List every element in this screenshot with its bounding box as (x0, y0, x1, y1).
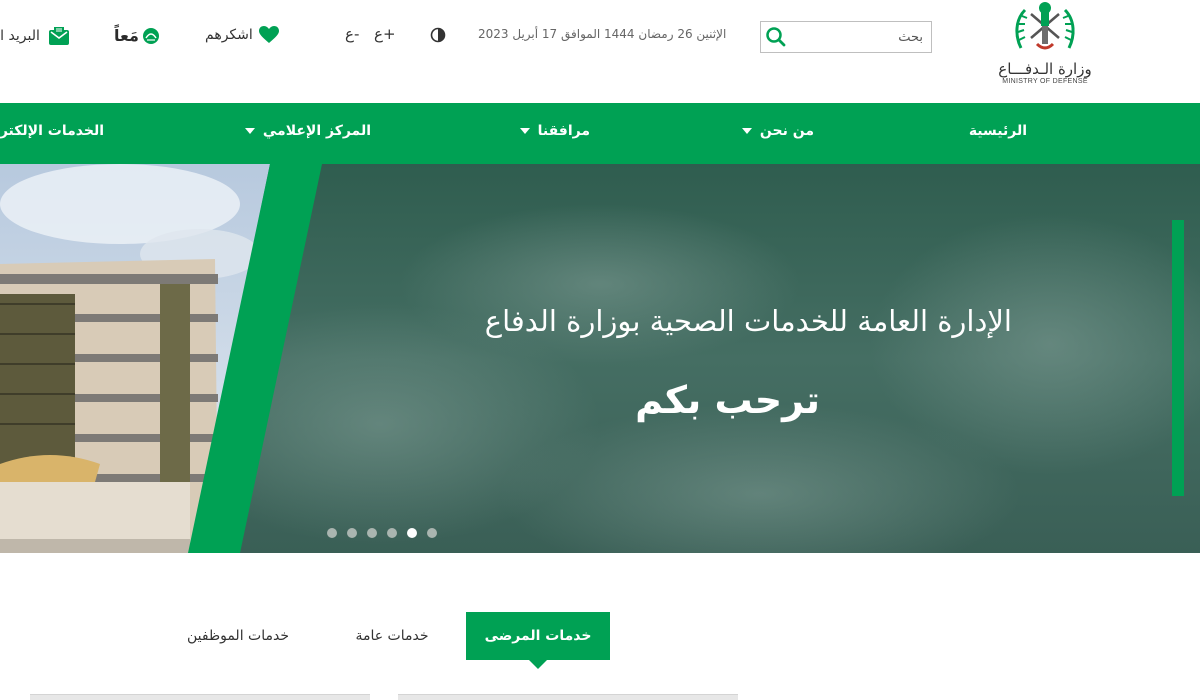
search-button[interactable] (765, 26, 787, 48)
together-icon (142, 27, 159, 44)
chevron-down-icon (741, 128, 752, 134)
nav-item-about[interactable]: من نحن (741, 123, 814, 139)
nav-item-e-services[interactable]: الخدمات الإلكترونية (0, 123, 104, 139)
services-tabs: خدمات المرضى خدمات عامة خدمات الموظفين (0, 553, 1200, 700)
slider-dot[interactable] (367, 528, 377, 538)
font-increase-button[interactable]: ع+ (374, 25, 396, 43)
service-card[interactable] (398, 694, 738, 700)
hero-side-accent (1172, 220, 1184, 496)
thank-them-label: اشكرهم (205, 27, 253, 43)
page: وزارة الـدفـــاع MINISTRY OF DEFENSE الإ… (0, 0, 1200, 700)
nav-item-home[interactable]: الرئيسية (969, 123, 1027, 139)
hero-background (0, 164, 1200, 553)
together-logo[interactable]: مَعاً (114, 26, 160, 45)
email-link[interactable]: البريد ال (0, 26, 70, 46)
nav-item-media-center[interactable]: المركز الإعلامي (244, 123, 371, 139)
main-nav: الرئيسية من نحن مرافقنا المركز الإعلامي … (0, 103, 1200, 164)
nav-item-label: مرافقنا (537, 123, 590, 139)
nav-item-label: الخدمات الإلكترونية (0, 123, 104, 139)
tab-general-services[interactable]: خدمات عامة (336, 612, 448, 660)
slider-dot[interactable] (347, 528, 357, 538)
chevron-down-icon (519, 128, 530, 134)
tab-label: خدمات المرضى (484, 628, 592, 644)
tab-label: خدمات الموظفين (187, 628, 289, 644)
email-label: البريد ال (0, 28, 40, 44)
nav-item-label: من نحن (759, 123, 814, 139)
thank-them-link[interactable]: اشكرهم (205, 26, 279, 44)
tab-patient-services[interactable]: خدمات المرضى (466, 612, 610, 669)
current-date: الإثنين 26 رمضان 1444 الموافق 17 أبريل 2… (478, 27, 727, 41)
search-box (760, 21, 932, 53)
contrast-toggle[interactable] (430, 27, 446, 43)
search-icon (766, 27, 786, 47)
tab-label: خدمات عامة (355, 628, 429, 644)
slider-dot-active[interactable] (407, 528, 417, 538)
logo-english-text: MINISTRY OF DEFENSE (1002, 78, 1088, 85)
slider-dot[interactable] (427, 528, 437, 538)
nav-item-label: الرئيسية (968, 123, 1027, 139)
emblem-icon (1015, 2, 1075, 50)
mail-icon (48, 27, 69, 45)
hero-title: الإدارة العامة للخدمات الصحية بوزارة الد… (484, 304, 1012, 338)
slider-dot[interactable] (387, 528, 397, 538)
nav-item-label: المركز الإعلامي (262, 123, 371, 139)
search-input[interactable] (803, 27, 923, 47)
slider-dot[interactable] (327, 528, 337, 538)
ministry-logo[interactable]: وزارة الـدفـــاع MINISTRY OF DEFENSE (990, 0, 1100, 95)
nav-item-facilities[interactable]: مرافقنا (519, 123, 590, 139)
service-card[interactable] (30, 694, 370, 700)
heart-icon (258, 26, 279, 43)
chevron-down-icon (244, 128, 255, 134)
hero-slider: الإدارة العامة للخدمات الصحية بوزارة الد… (0, 164, 1200, 553)
hero-subtitle: ترحب بكم (635, 378, 820, 422)
contrast-icon (430, 27, 446, 43)
logo-arabic-text: وزارة الـدفـــاع (998, 60, 1092, 78)
together-label: مَعاً (114, 26, 139, 45)
top-header: وزارة الـدفـــاع MINISTRY OF DEFENSE الإ… (0, 0, 1200, 103)
tab-employee-services[interactable]: خدمات الموظفين (164, 612, 312, 660)
font-decrease-button[interactable]: ع- (345, 25, 359, 43)
slider-dots (327, 528, 437, 538)
